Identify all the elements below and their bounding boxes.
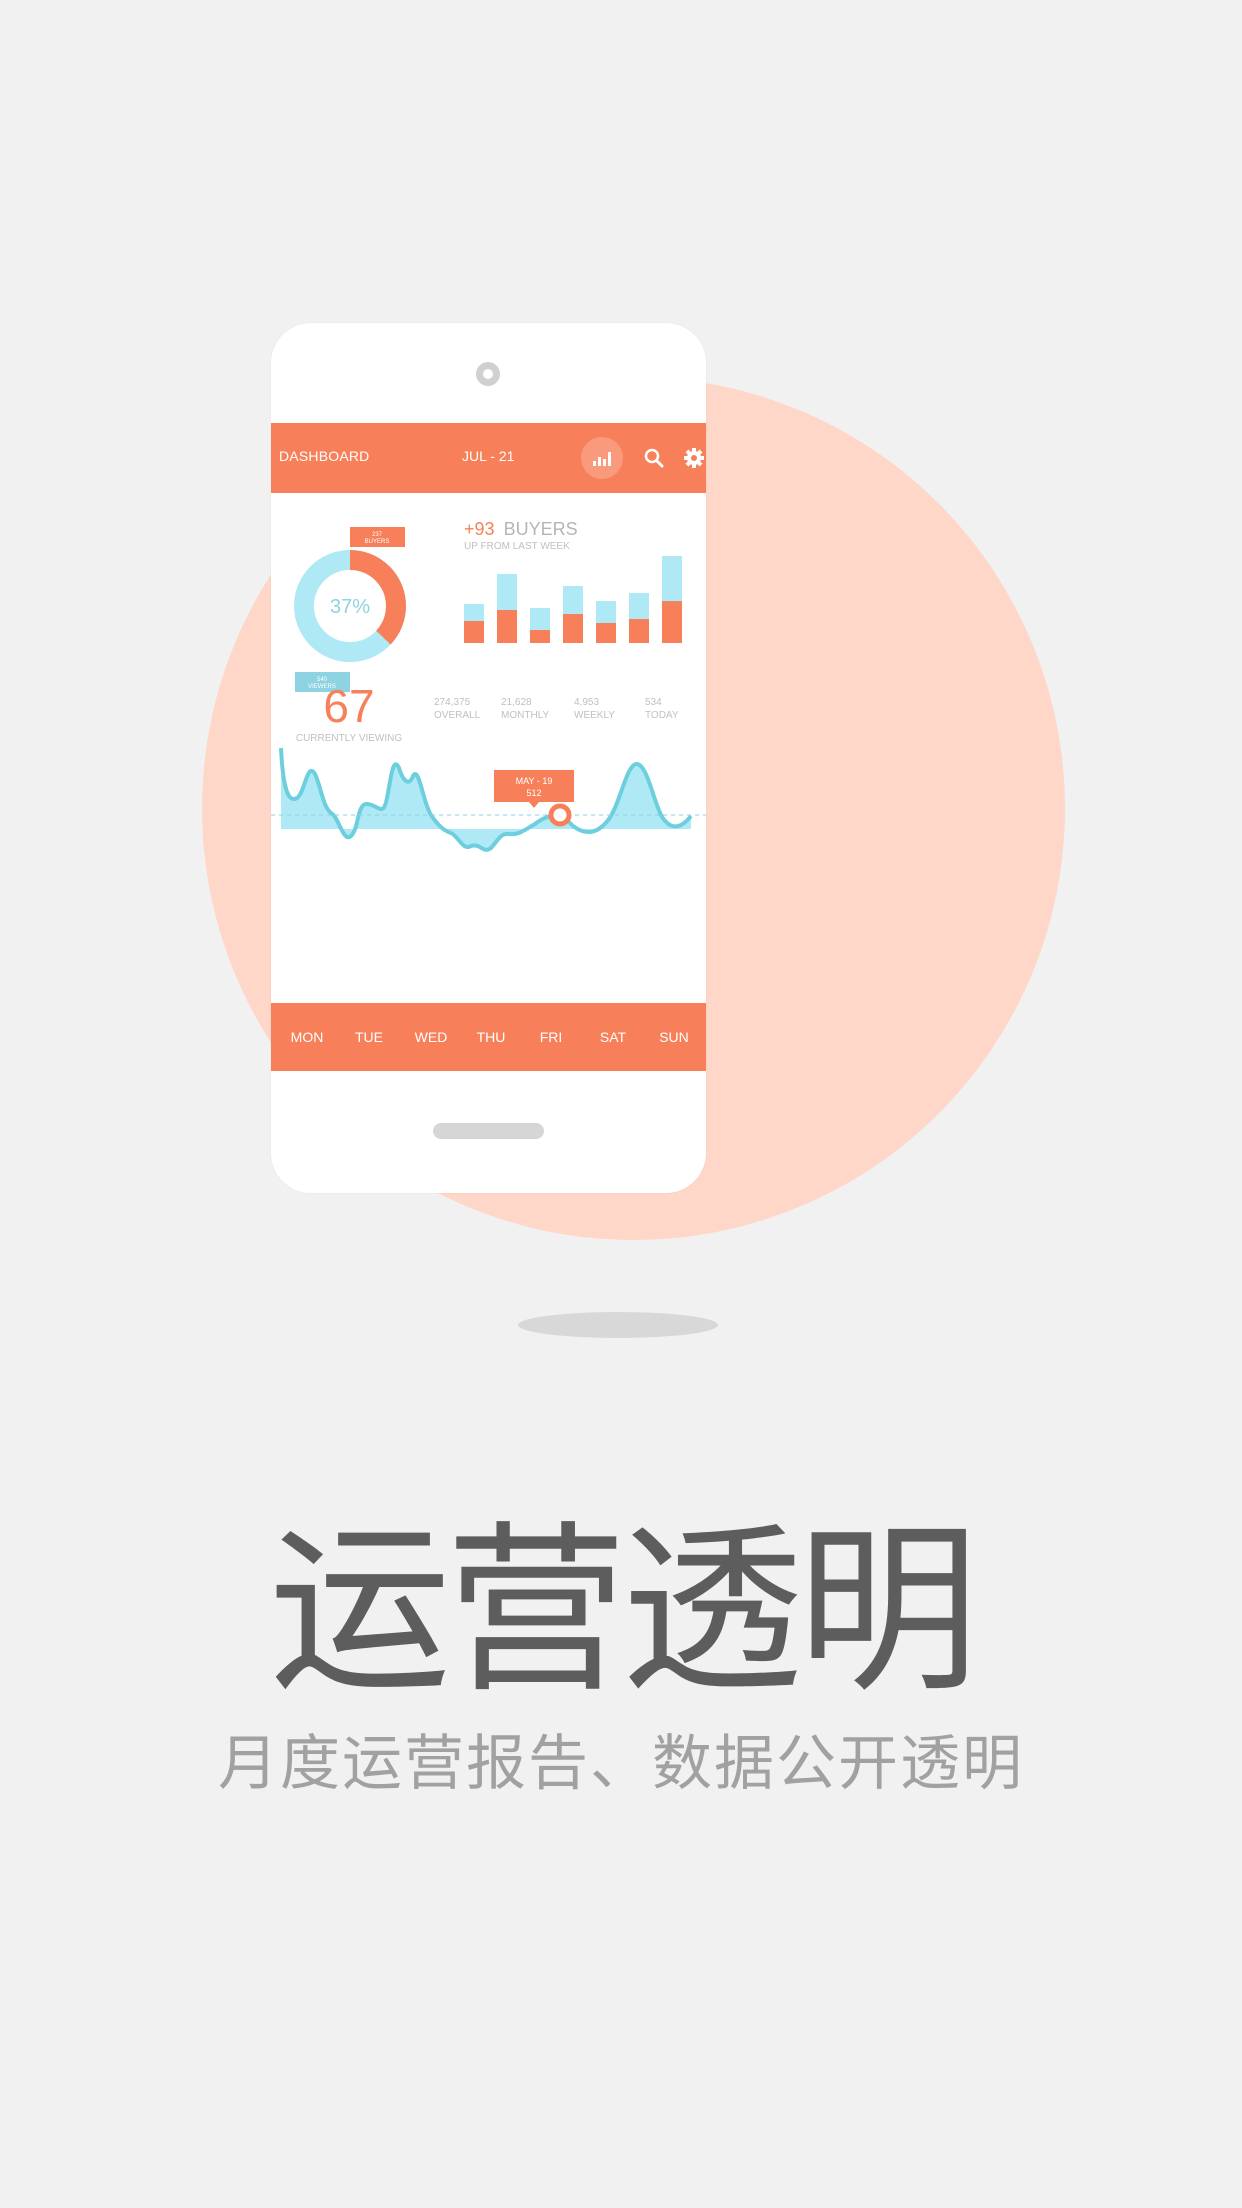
buyers-sub: UP FROM LAST WEEK [464,541,570,552]
tooltip-pointer [529,802,539,808]
search-icon[interactable] [643,447,665,469]
bar-mon-buyers [464,621,484,643]
stats-row: 274,375 OVERALL 21,628 MONTHLY 4,953 WEE… [434,697,679,721]
stat-weekly-value: 4,953 [574,697,599,708]
home-button [433,1123,544,1139]
stat-weekly-label: WEEKLY [574,710,615,721]
buyers-delta: +93 [464,519,495,539]
tooltip-value: 512 [526,788,541,798]
phone-shadow [518,1312,718,1338]
day-tue[interactable]: TUE [339,1029,399,1045]
bar-thu-buyers [563,614,583,643]
subheadline: 月度运营报告、数据公开透明 [218,1729,1024,1799]
viewing-count: 67 [323,680,374,732]
buyers-label: BUYERS [504,519,578,539]
bar-sun-buyers [662,601,682,643]
area-chart: MAY - 19 512 [271,747,706,852]
tooltip-date: MAY - 19 [516,776,553,786]
chart-icon[interactable] [581,437,623,479]
stat-monthly-label: MONTHLY [501,710,549,721]
dashboard-title: DASHBOARD [279,448,370,464]
donut-chart: 37% [294,550,406,662]
stat-overall-value: 274,375 [434,697,471,708]
weekly-bars [464,556,682,643]
bar-wed-buyers [530,630,550,643]
donut-percent: 37% [330,596,370,618]
day-mon[interactable]: MON [277,1029,337,1045]
day-thu[interactable]: THU [461,1029,521,1045]
buyers-tag-label: BUYERS [365,539,390,545]
day-sun[interactable]: SUN [644,1029,704,1045]
bar-fri-buyers [596,623,616,643]
viewing-label: CURRENTLY VIEWING [296,733,403,744]
area-fill [281,763,691,850]
stat-today-label: TODAY [645,710,679,721]
headline: 运营透明 [269,1505,979,1717]
dashboard-screen: 37% 237 BUYERS 540 VIEWERS +93 BUYERS UP… [271,519,706,852]
dashboard-header: DASHBOARD JUL - 21 [271,423,706,493]
stat-overall-label: OVERALL [434,710,481,721]
buyers-tag-value: 237 [372,532,383,538]
day-fri[interactable]: FRI [521,1029,581,1045]
bar-wed [530,608,550,630]
stat-monthly-value: 21,628 [501,697,532,708]
day-wed[interactable]: WED [401,1029,461,1045]
bar-tue-buyers [497,610,517,643]
gear-icon[interactable] [683,447,705,469]
bar-sat-buyers [629,619,649,643]
date-label[interactable]: JUL - 21 [462,448,514,464]
days-bar: MON TUE WED THU FRI SAT SUN [271,1003,706,1071]
selected-point [548,803,572,827]
day-sat[interactable]: SAT [583,1029,643,1045]
buyers-heading: +93 BUYERS [464,519,578,539]
phone-mockup: DASHBOARD JUL - 21 37% 237 BUYERS 540 VI… [271,323,706,1193]
stat-today-value: 534 [645,697,662,708]
camera-icon [476,362,500,386]
